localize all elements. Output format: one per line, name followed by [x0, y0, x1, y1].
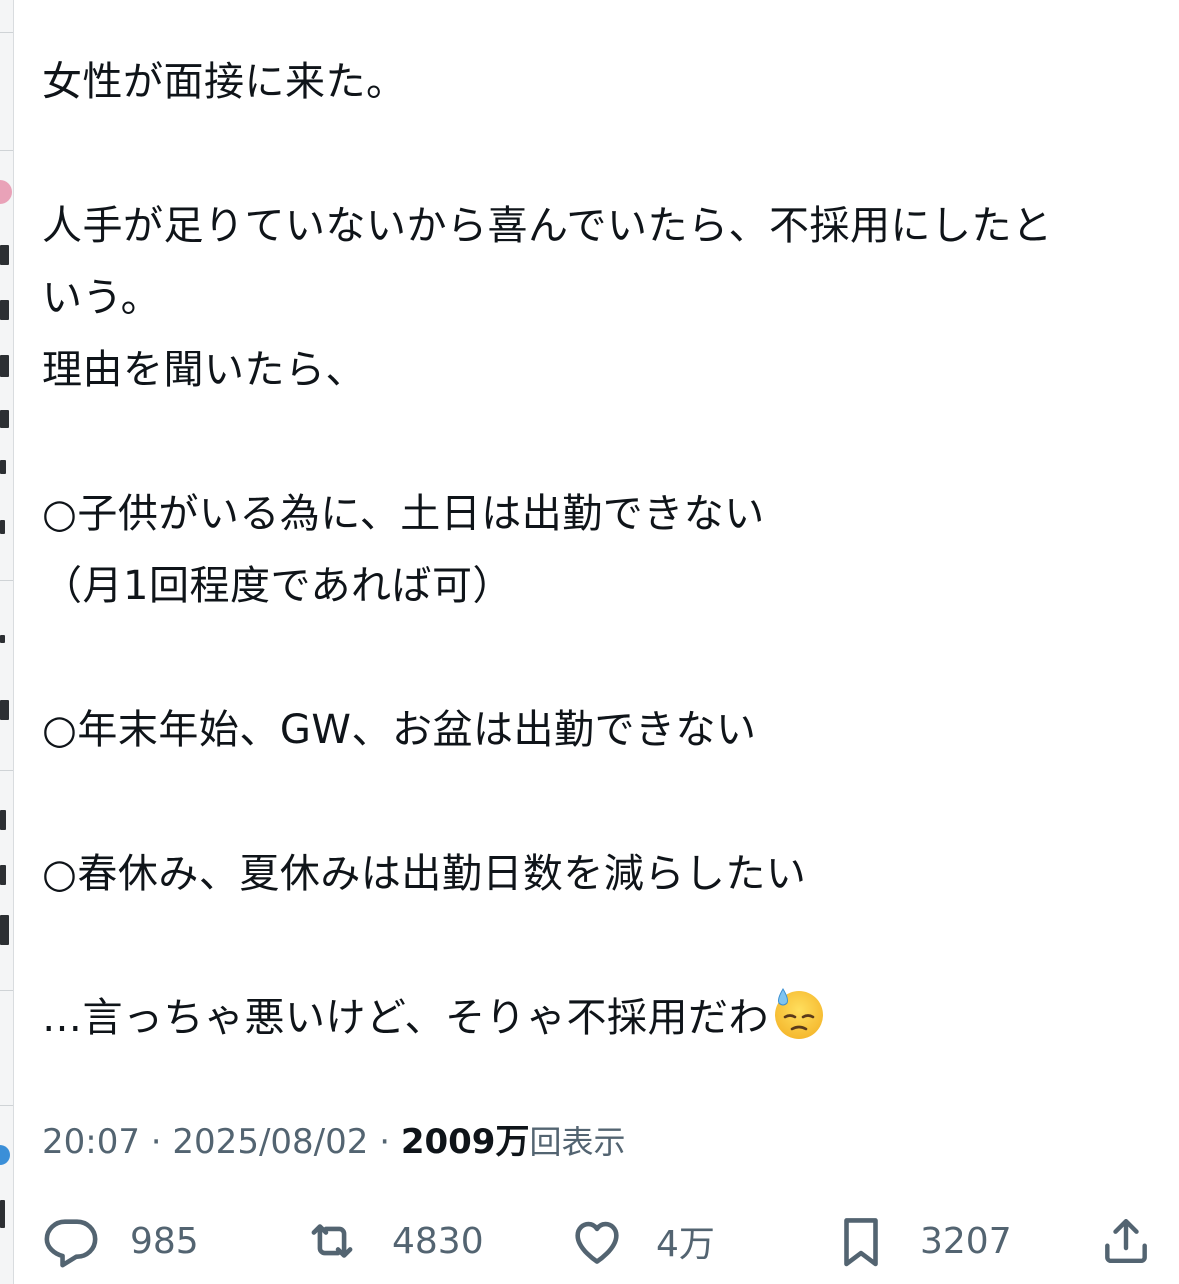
- tweet-line: 女性が面接に来た。: [42, 59, 407, 105]
- bookmark-icon: [844, 1218, 878, 1267]
- like-count: 4万: [656, 1224, 715, 1265]
- text-fragment: [0, 355, 9, 377]
- text-fragment: [0, 865, 6, 885]
- views-count: 2009万: [400, 1122, 530, 1162]
- like-button[interactable]: 4万: [568, 1206, 715, 1276]
- meta-separator: ·: [379, 1122, 391, 1162]
- tweet-metadata: 20:07 · 2025/08/02 · 2009万回表示: [42, 1120, 625, 1164]
- tweet-line: ○春休み、夏休みは出勤日数を減らしたい: [42, 851, 807, 897]
- text-fragment: [0, 700, 9, 720]
- meta-separator: ·: [150, 1122, 162, 1162]
- retweet-icon: [311, 1224, 353, 1258]
- text-fragment: [0, 460, 6, 474]
- share-button[interactable]: [1098, 1206, 1154, 1276]
- bookmark-count: 3207: [920, 1220, 1012, 1262]
- views-label: 回表示: [529, 1123, 626, 1161]
- downcast-face-with-sweat-icon: [771, 985, 827, 1041]
- retweet-button[interactable]: 4830: [302, 1206, 484, 1276]
- tweet-line: いう。: [42, 275, 162, 321]
- tweet-line: ○年末年始、GW、お盆は出勤できない: [42, 707, 757, 753]
- tweet-line: ○子供がいる為に、土日は出勤できない: [42, 491, 765, 537]
- tweet-line: 理由を聞いたら、: [42, 347, 366, 393]
- reply-button[interactable]: 985: [42, 1206, 199, 1276]
- strip-divider: [0, 1105, 13, 1106]
- retweet-count: 4830: [392, 1220, 484, 1262]
- tweet-line: …言っちゃ悪いけど、そりゃ不採用だわ: [42, 995, 769, 1041]
- tweet-actions-bar: 985 4830 4万 3207: [0, 1206, 1179, 1276]
- strip-divider: [0, 990, 13, 991]
- text-fragment: [0, 635, 5, 643]
- text-fragment: [0, 915, 9, 945]
- strip-divider: [0, 580, 13, 581]
- reply-count: 985: [130, 1220, 199, 1262]
- avatar: [0, 180, 12, 204]
- tweet-text: 女性が面接に来た。 人手が足りていないから喜んでいたら、不採用にしたと いう。 …: [42, 46, 1167, 1054]
- strip-divider: [0, 150, 13, 151]
- reply-icon: [44, 1219, 98, 1268]
- strip-divider: [0, 32, 13, 33]
- strip-divider: [0, 770, 13, 771]
- text-fragment: [0, 300, 9, 320]
- text-fragment: [0, 810, 6, 830]
- text-fragment: [0, 410, 9, 428]
- tweet-date: 2025/08/02: [172, 1122, 369, 1162]
- previous-panel-edge: [0, 0, 14, 1284]
- bookmark-button[interactable]: 3207: [832, 1206, 1012, 1276]
- tweet-line: （月1回程度であれば可）: [42, 563, 514, 609]
- like-icon: [575, 1221, 619, 1264]
- share-icon: [1105, 1218, 1147, 1264]
- tweet-time: 20:07: [42, 1122, 140, 1162]
- tweet-last-line: …言っちゃ悪いけど、そりゃ不採用だわ: [42, 982, 1167, 1054]
- avatar: [0, 1145, 10, 1165]
- tweet-line: 人手が足りていないから喜んでいたら、不採用にしたと: [42, 203, 1053, 249]
- text-fragment: [0, 245, 9, 265]
- text-fragment: [0, 520, 5, 534]
